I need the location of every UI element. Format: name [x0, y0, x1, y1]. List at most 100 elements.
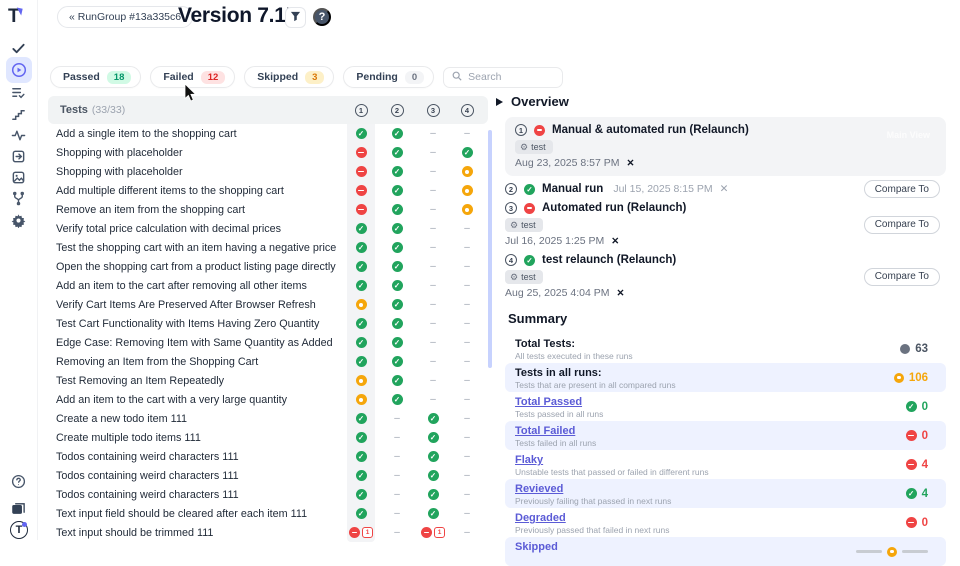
run-column-header-3[interactable]: 3 [421, 104, 445, 117]
back-to-rungroup-button[interactable]: « RunGroup #13a335c6 [57, 6, 193, 28]
status-cell: – [454, 485, 480, 504]
comment-badge[interactable]: 1 [362, 527, 373, 538]
test-row[interactable]: Add a single item to the shopping cart–– [48, 124, 488, 143]
test-row[interactable]: Add multiple different items to the shop… [48, 181, 488, 200]
summary-heading: Summary [508, 311, 567, 326]
status-cell: – [454, 352, 480, 371]
chip-passed[interactable]: Passed 18 [50, 66, 141, 88]
gear-icon [11, 213, 26, 228]
status-cell [420, 447, 446, 466]
run-item-2[interactable]: 2Manual runJul 15, 2025 8:15 PM ✕Compare… [505, 183, 946, 195]
remove-run-icon[interactable]: ✕ [720, 183, 729, 195]
test-row[interactable]: Removing an Item from the Shopping Cart–… [48, 352, 488, 371]
status-none-icon: – [430, 376, 436, 386]
status-none-icon: – [430, 319, 436, 329]
status-none-icon: – [394, 471, 400, 481]
compare-to-button[interactable]: Compare To [864, 268, 940, 286]
status-passed-icon [392, 337, 403, 348]
test-row[interactable]: Shopping with placeholder– [48, 143, 488, 162]
gear-icon: ⚙ [510, 220, 518, 231]
test-row[interactable]: Verify total price calculation with deci… [48, 219, 488, 238]
compare-to-button[interactable]: Compare To [864, 180, 940, 198]
test-row[interactable]: Todos containing weird characters 111–– [48, 485, 488, 504]
summary-value: 0 [906, 401, 928, 413]
run-column-header-1[interactable]: 1 [349, 104, 373, 117]
test-row[interactable]: Add an item to the cart with a very larg… [48, 390, 488, 409]
test-row[interactable]: Create multiple todo items 111–– [48, 428, 488, 447]
status-cell: – [420, 257, 446, 276]
yellow-dot-icon [887, 547, 897, 557]
library-icon[interactable] [6, 495, 32, 521]
run-item-4[interactable]: 4test relaunch (Relaunch)⚙testAug 25, 20… [505, 254, 946, 299]
run-item-3[interactable]: 3Automated run (Relaunch)⚙testJul 16, 20… [505, 202, 946, 247]
test-row[interactable]: Shopping with placeholder– [48, 162, 488, 181]
run-number: 4 [505, 254, 517, 266]
test-row[interactable]: Test Removing an Item Repeatedly–– [48, 371, 488, 390]
test-row[interactable]: Remove an item from the shopping cart– [48, 200, 488, 219]
user-avatar[interactable]: T [10, 521, 28, 539]
remove-run-icon[interactable]: ✕ [627, 158, 635, 169]
run-number: 3 [505, 202, 517, 214]
chip-failed[interactable]: Failed 12 [150, 66, 235, 88]
summary-link[interactable]: Total Passed [515, 396, 936, 408]
tests-header-title: Tests(33/33) [60, 104, 125, 116]
compare-to-button[interactable]: Compare To [864, 216, 940, 234]
status-none-icon: – [464, 509, 470, 519]
status-cell: – [420, 352, 446, 371]
summary-section-header: Summary [496, 311, 946, 326]
filter-button[interactable] [285, 7, 306, 28]
chip-count-badge: 0 [405, 71, 424, 84]
collapse-toggle-icon[interactable] [496, 98, 503, 106]
run-item-1[interactable]: 1Manual & automated run (Relaunch)⚙testA… [505, 117, 946, 176]
help-circle-icon[interactable] [6, 468, 32, 494]
test-name: Add multiple different items to the shop… [56, 185, 284, 197]
app-logo[interactable]: T [8, 6, 20, 28]
test-row[interactable]: Edge Case: Removing Item with Same Quant… [48, 333, 488, 352]
search-input[interactable] [468, 71, 548, 83]
summary-value: 106 [894, 372, 928, 384]
chip-pending[interactable]: Pending 0 [343, 66, 434, 88]
summary-link[interactable]: Revieved [515, 483, 936, 495]
test-row[interactable]: Text input should be trimmed 1111–1– [48, 523, 488, 542]
gear-icon: ⚙ [520, 142, 528, 153]
test-row[interactable]: Test the shopping cart with an item havi… [48, 238, 488, 257]
status-skipped-icon [356, 299, 367, 310]
panel-scrollbar[interactable] [488, 130, 492, 368]
status-passed-icon [356, 451, 367, 462]
test-name: Add an item to the cart after removing a… [56, 280, 307, 292]
test-row[interactable]: Create a new todo item 111–– [48, 409, 488, 428]
chip-label: Pending [356, 71, 397, 83]
help-button[interactable]: ? [313, 8, 331, 26]
sidebar-item-gear-icon[interactable] [6, 207, 32, 233]
comment-badge[interactable]: 1 [434, 527, 445, 538]
test-row[interactable]: Text input field should be cleared after… [48, 504, 488, 523]
summary-link[interactable]: Flaky [515, 454, 936, 466]
search-icon [452, 68, 462, 86]
test-row[interactable]: Verify Cart Items Are Preserved After Br… [48, 295, 488, 314]
status-cell [384, 295, 410, 314]
test-row[interactable]: Todos containing weird characters 111–– [48, 447, 488, 466]
status-cell: – [454, 124, 480, 143]
chip-skipped[interactable]: Skipped 3 [244, 66, 334, 88]
tests-table-header: Tests(33/33) 1234 [48, 96, 488, 124]
summary-link[interactable]: Degraded [515, 512, 936, 524]
run-date: Aug 23, 2025 8:57 PM ✕ [515, 157, 936, 169]
status-failed-icon [906, 459, 917, 470]
test-row[interactable]: Open the shopping cart from a product li… [48, 257, 488, 276]
run-column-header-4[interactable]: 4 [455, 104, 479, 117]
run-column-header-2[interactable]: 2 [385, 104, 409, 117]
status-cell [348, 447, 374, 466]
summary-link[interactable]: Total Failed [515, 425, 936, 437]
chip-label: Failed [163, 71, 193, 83]
remove-run-icon[interactable]: ✕ [617, 288, 625, 299]
status-none-icon: – [464, 528, 470, 538]
test-row[interactable]: Add an item to the cart after removing a… [48, 276, 488, 295]
test-row[interactable]: Test Cart Functionality with Items Havin… [48, 314, 488, 333]
status-none-icon: – [464, 395, 470, 405]
test-row[interactable]: Todos containing weird characters 111–– [48, 466, 488, 485]
status-cell: – [420, 295, 446, 314]
status-passed-icon [356, 489, 367, 500]
test-name: Shopping with placeholder [56, 147, 183, 159]
status-cell: – [454, 238, 480, 257]
remove-run-icon[interactable]: ✕ [611, 236, 619, 247]
